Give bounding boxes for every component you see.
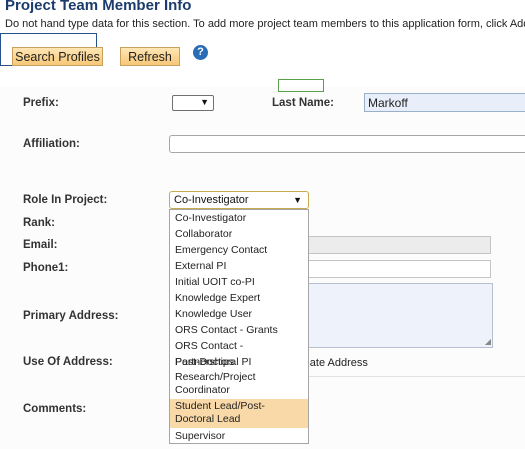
chevron-down-icon: ▼	[200, 97, 209, 107]
role-dropdown-list[interactable]: Co-Investigator Collaborator Emergency C…	[169, 209, 309, 444]
prefix-label: Prefix:	[23, 97, 59, 109]
phone-field[interactable]	[300, 260, 491, 278]
role-option[interactable]: Supervisor	[170, 428, 308, 443]
resize-handle-icon[interactable]: ◢	[485, 338, 491, 346]
role-option-selected[interactable]: Student Lead/Post-Doctoral Lead	[170, 399, 308, 428]
search-profiles-button[interactable]: Search Profiles	[12, 47, 103, 66]
chevron-down-icon: ▼	[293, 195, 302, 205]
role-select-value: Co-Investigator	[174, 194, 249, 206]
divider	[300, 376, 525, 377]
role-label: Role In Project:	[23, 194, 108, 206]
prefix-select[interactable]: ▼	[172, 95, 214, 111]
primary-address-textarea[interactable]: ◢	[300, 283, 493, 348]
highlight-box	[278, 79, 324, 92]
role-option[interactable]: Research/Project Coordinator	[170, 370, 308, 399]
affiliation-input[interactable]	[169, 135, 525, 153]
phone-label: Phone1:	[23, 262, 69, 274]
role-option[interactable]: Co-Investigator	[170, 210, 308, 226]
affiliation-label: Affiliation:	[23, 138, 80, 150]
help-icon[interactable]: ?	[193, 45, 208, 60]
role-option[interactable]: Post-Doctoral PI	[170, 354, 308, 370]
primary-address-label: Primary Address:	[23, 310, 119, 322]
role-option[interactable]: ORS Contact - Grants	[170, 322, 308, 338]
email-field[interactable]	[300, 236, 491, 254]
role-option[interactable]: External PI	[170, 258, 308, 274]
refresh-button[interactable]: Refresh	[120, 47, 180, 66]
last-name-label: Last Name:	[272, 97, 334, 109]
instructions-text: Do not hand type data for this section. …	[5, 18, 525, 30]
role-option[interactable]: Initial UOIT co-PI	[170, 274, 308, 290]
comments-label: Comments:	[23, 403, 87, 415]
alternate-address-option[interactable]: rnate Address	[300, 357, 368, 369]
role-select[interactable]: Co-Investigator ▼	[169, 191, 309, 209]
role-option[interactable]: Knowledge User	[170, 306, 308, 322]
page-title: Project Team Member Info	[5, 0, 192, 14]
role-option[interactable]: Knowledge Expert	[170, 290, 308, 306]
role-option[interactable]: ORS Contact - Partnerships	[170, 338, 308, 368]
use-of-address-label: Use Of Address:	[23, 356, 113, 368]
role-option[interactable]: Collaborator	[170, 226, 308, 242]
last-name-input[interactable]: Markoff	[364, 93, 525, 112]
email-label: Email:	[23, 239, 58, 251]
role-option[interactable]: Emergency Contact	[170, 242, 308, 258]
rank-label: Rank:	[23, 217, 55, 229]
